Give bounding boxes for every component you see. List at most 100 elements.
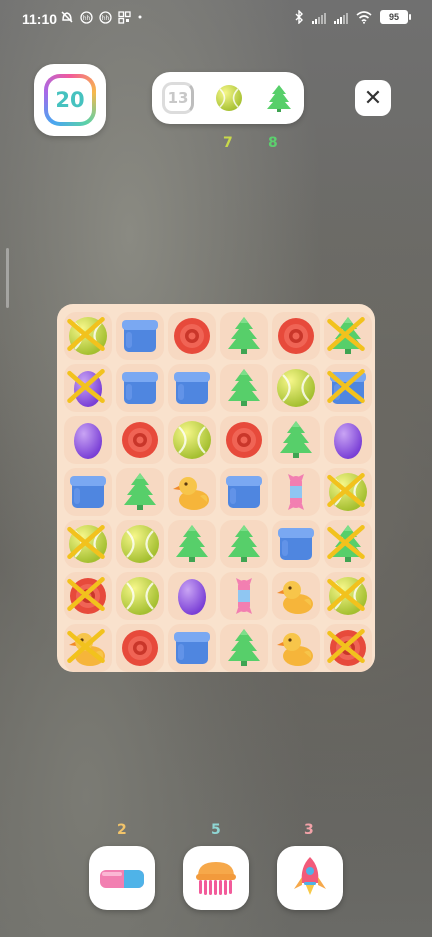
level-badge: 20 <box>34 64 106 136</box>
goal-count-ball: 7 <box>223 135 233 151</box>
rocket-icon <box>294 857 326 895</box>
board-cell-donut[interactable] <box>116 624 164 672</box>
close-icon: ✕ <box>363 85 383 111</box>
duck-icon <box>173 477 209 510</box>
tree-icon <box>267 85 291 112</box>
box-icon <box>278 528 314 560</box>
booster-count-rocket: 3 <box>304 822 314 838</box>
status-bar: 11:10 hh hh 95 <box>0 0 432 38</box>
brush-icon <box>196 862 236 895</box>
board-cell-candy[interactable] <box>272 468 320 516</box>
bluetooth-icon <box>295 10 303 24</box>
moves-counter: 13 <box>162 82 194 114</box>
board-cell-box[interactable] <box>116 312 164 360</box>
eraser-booster-button[interactable] <box>89 846 155 910</box>
board-cell-donut[interactable] <box>220 416 268 464</box>
box-icon <box>174 372 210 404</box>
ball-icon <box>121 525 159 563</box>
board-cell-duck[interactable] <box>272 572 320 620</box>
hh-icon-2: hh <box>99 10 112 24</box>
board-cell-box[interactable] <box>116 364 164 412</box>
donut-icon <box>122 630 158 666</box>
board-cell-tree[interactable] <box>220 364 268 412</box>
ball-icon <box>173 421 211 459</box>
board-cell-box[interactable] <box>168 364 216 412</box>
hh-icon: hh <box>80 10 93 24</box>
signal-icon-2 <box>334 11 348 24</box>
goal-count-tree: 8 <box>268 135 278 151</box>
board-cell-ball[interactable] <box>168 416 216 464</box>
board-cell-ball[interactable] <box>272 364 320 412</box>
tree-icon <box>124 473 156 510</box>
egg-icon <box>178 579 206 615</box>
duck-icon <box>277 581 313 614</box>
box-icon <box>122 372 158 404</box>
board-cell-duck[interactable] <box>64 624 112 672</box>
board-cell-tree[interactable] <box>116 468 164 516</box>
donut-icon <box>174 318 210 354</box>
donut-icon <box>70 578 106 614</box>
board-cell-box[interactable] <box>64 468 112 516</box>
board-cell-donut[interactable] <box>116 416 164 464</box>
box-icon <box>330 372 366 404</box>
board-cell-ball[interactable] <box>116 572 164 620</box>
board-cell-box[interactable] <box>220 468 268 516</box>
board-cell-tree[interactable] <box>272 416 320 464</box>
board-cell-ball[interactable] <box>64 312 112 360</box>
board-cell-donut[interactable] <box>64 572 112 620</box>
rocket-booster-button[interactable] <box>277 846 343 910</box>
brush-booster-button[interactable] <box>183 846 249 910</box>
tree-icon <box>228 629 260 666</box>
tree-icon <box>332 525 364 562</box>
board-cell-egg[interactable] <box>168 572 216 620</box>
game-board <box>57 304 375 672</box>
level-number: 20 <box>48 78 92 122</box>
board-cell-egg[interactable] <box>324 416 372 464</box>
tree-icon <box>176 525 208 562</box>
ball-icon <box>329 473 367 511</box>
duck-icon <box>277 633 313 666</box>
eraser-icon <box>100 870 144 888</box>
board-cell-ball[interactable] <box>116 520 164 568</box>
ball-icon <box>69 317 107 355</box>
board-cell-tree[interactable] <box>220 312 268 360</box>
ball-icon <box>216 85 242 111</box>
board-cell-box[interactable] <box>272 520 320 568</box>
board-cell-ball[interactable] <box>64 520 112 568</box>
tree-icon <box>228 369 260 406</box>
board-cell-box[interactable] <box>324 364 372 412</box>
board-cell-ball[interactable] <box>324 572 372 620</box>
board-cell-tree[interactable] <box>324 520 372 568</box>
board-cell-box[interactable] <box>168 624 216 672</box>
donut-icon <box>122 422 158 458</box>
board-cell-donut[interactable] <box>168 312 216 360</box>
candy-icon <box>288 474 304 510</box>
ball-icon <box>329 577 367 615</box>
tree-icon <box>280 421 312 458</box>
close-button[interactable]: ✕ <box>355 80 391 116</box>
board-cell-ball[interactable] <box>324 468 372 516</box>
board-cell-egg[interactable] <box>64 364 112 412</box>
ball-icon <box>277 369 315 407</box>
board-cell-tree[interactable] <box>220 624 268 672</box>
box-icon <box>70 476 106 508</box>
egg-icon <box>74 423 102 459</box>
board-cell-candy[interactable] <box>220 572 268 620</box>
board-cell-duck[interactable] <box>272 624 320 672</box>
board-cell-donut[interactable] <box>324 624 372 672</box>
board-cell-tree[interactable] <box>168 520 216 568</box>
board-cell-duck[interactable] <box>168 468 216 516</box>
candy-icon <box>236 578 252 614</box>
signal-icon <box>312 11 326 24</box>
booster-count-brush: 5 <box>211 822 221 838</box>
ball-icon <box>121 577 159 615</box>
board-cell-tree[interactable] <box>220 520 268 568</box>
ball-icon <box>69 525 107 563</box>
board-cell-donut[interactable] <box>272 312 320 360</box>
box-icon <box>226 476 262 508</box>
egg-icon <box>334 423 362 459</box>
svg-text:hh: hh <box>83 15 91 22</box>
board-cell-tree[interactable] <box>324 312 372 360</box>
duck-icon <box>69 633 105 666</box>
board-cell-egg[interactable] <box>64 416 112 464</box>
